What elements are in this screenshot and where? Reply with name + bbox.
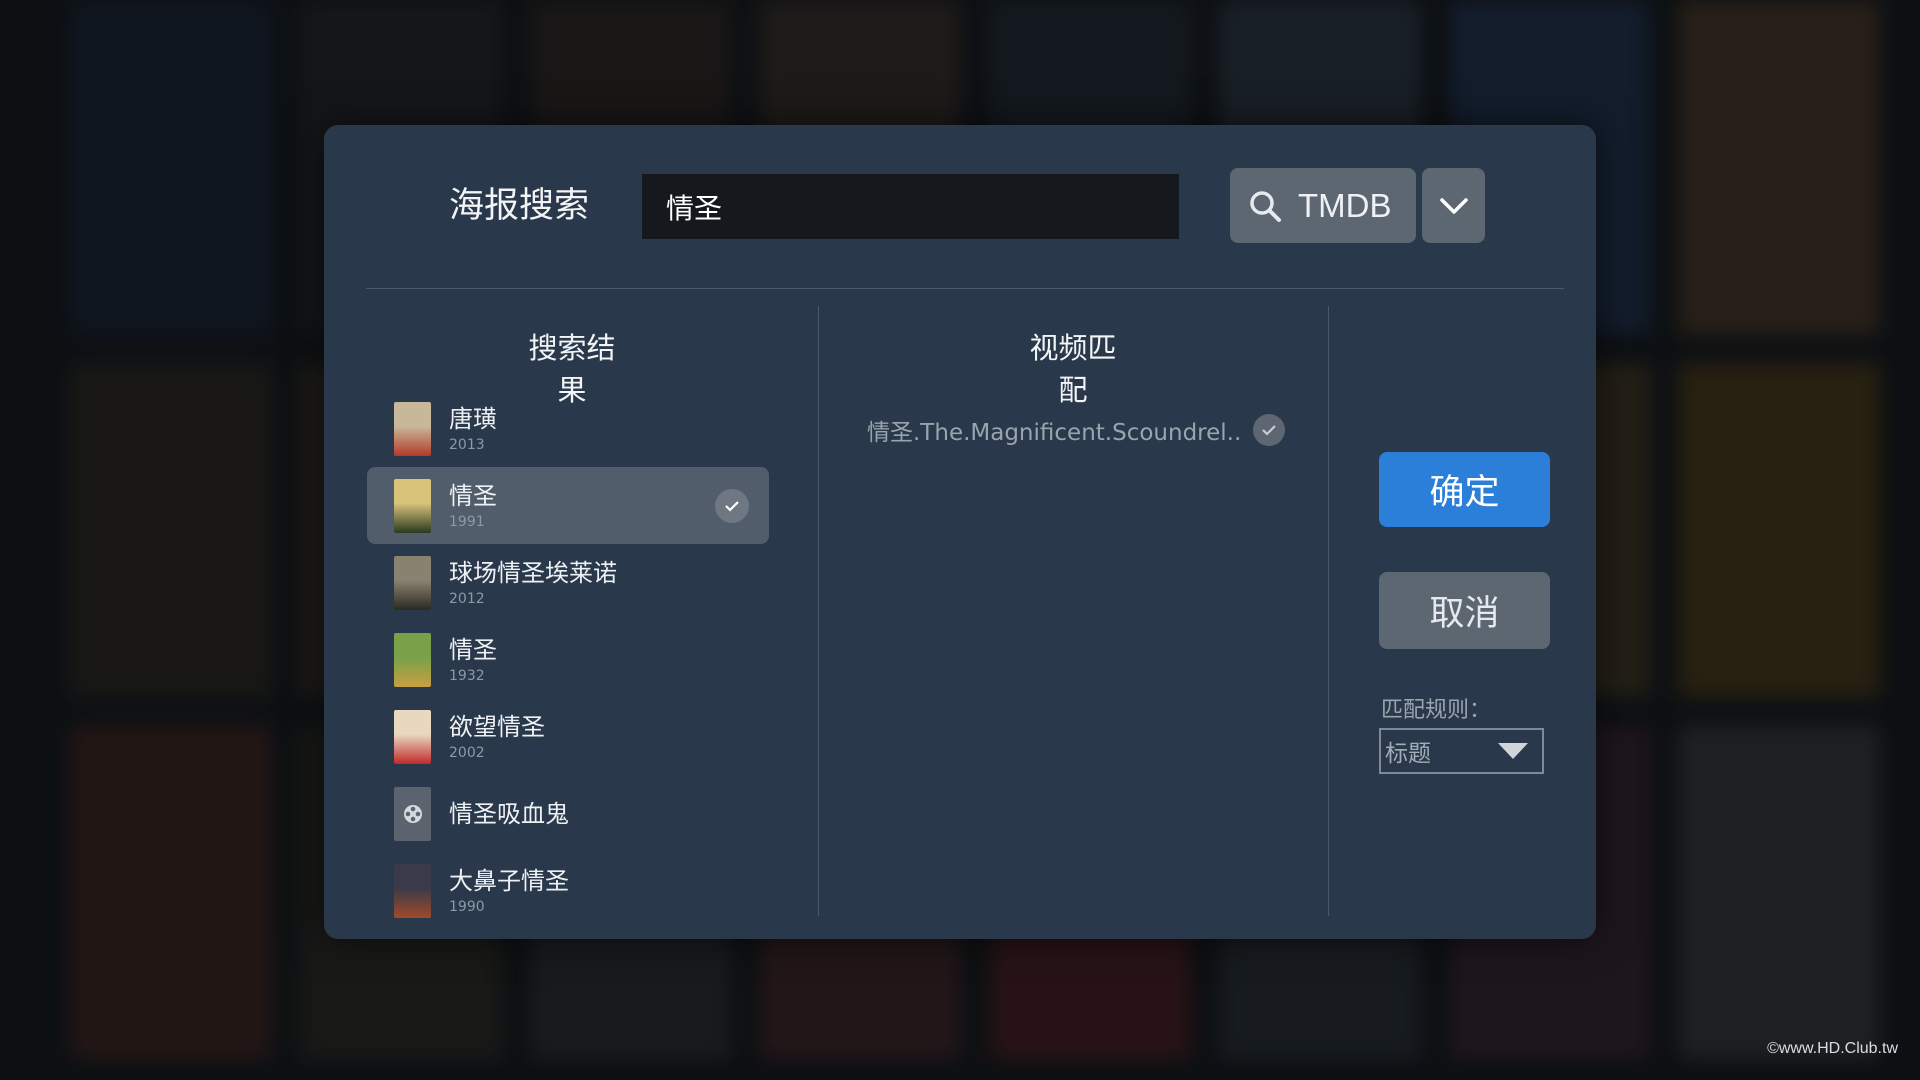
dialog-title: 海报搜索 xyxy=(449,186,590,226)
column-divider xyxy=(1328,306,1329,916)
result-item[interactable]: 欲望情圣 2002 xyxy=(367,698,769,775)
poster-thumbnail xyxy=(394,632,431,687)
result-item[interactable]: 大鼻子情圣 1990 xyxy=(367,852,769,929)
search-results-list: 唐璜 2013 情圣 1991 球场情圣埃莱诺 2012 情圣 1932 欲望情圣 2002 情圣吸… xyxy=(367,390,769,929)
search-input[interactable] xyxy=(642,174,1179,239)
result-title: 唐璜 xyxy=(449,404,497,433)
film-reel-icon xyxy=(394,786,431,841)
source-dropdown-button[interactable] xyxy=(1422,168,1485,243)
result-title: 球场情圣埃莱诺 xyxy=(449,558,617,587)
match-rule-value: 标题 xyxy=(1385,741,1431,767)
result-title: 情圣 xyxy=(449,635,497,664)
result-title: 情圣 xyxy=(449,481,497,510)
video-filename: 情圣.The.Magnificent.Scoundrel.. xyxy=(867,420,1242,446)
search-icon xyxy=(1250,190,1281,222)
result-item[interactable]: 球场情圣埃莱诺 2012 xyxy=(367,544,769,621)
result-title: 情圣吸血鬼 xyxy=(449,799,569,828)
result-year: 2002 xyxy=(449,744,485,761)
result-year: 1990 xyxy=(449,898,485,915)
poster-thumbnail xyxy=(394,863,431,918)
video-match-item[interactable]: 情圣.The.Magnificent.Scoundrel.. xyxy=(867,413,1286,447)
match-rule-select[interactable]: 标题 xyxy=(1379,728,1544,774)
result-item[interactable]: 情圣 1991 xyxy=(367,467,769,544)
cancel-button[interactable]: 取消 xyxy=(1379,572,1550,649)
result-year: 1991 xyxy=(449,513,485,530)
match-rule-label: 匹配规则： xyxy=(1381,698,1492,723)
search-source-button[interactable]: TMDB xyxy=(1230,168,1416,243)
search-source-label: TMDB xyxy=(1298,186,1392,224)
result-year: 2013 xyxy=(449,436,485,453)
result-text: 情圣 1991 xyxy=(449,481,497,531)
result-item[interactable]: 情圣 1932 xyxy=(367,621,769,698)
result-text: 球场情圣埃莱诺 2012 xyxy=(449,558,617,608)
result-title: 大鼻子情圣 xyxy=(449,866,569,895)
result-text: 情圣吸血鬼 xyxy=(449,799,569,829)
result-year: 2012 xyxy=(449,590,485,607)
result-item[interactable]: 情圣吸血鬼 xyxy=(367,775,769,852)
poster-thumbnail xyxy=(394,478,431,533)
triangle-down-icon xyxy=(1498,743,1528,759)
chevron-down-icon xyxy=(1439,197,1468,214)
result-text: 大鼻子情圣 1990 xyxy=(449,866,569,916)
poster-search-dialog: 海报搜索 TMDB 搜索结果 视频匹配 唐璜2013情圣1991球场情圣埃莱诺2… xyxy=(324,125,1596,939)
result-title: 欲望情圣 xyxy=(449,712,545,741)
result-item[interactable]: 唐璜 2013 xyxy=(367,390,769,467)
result-text: 唐璜 2013 xyxy=(449,404,497,454)
confirm-button[interactable]: 确定 xyxy=(1379,452,1550,527)
poster-thumbnail xyxy=(394,401,431,456)
result-year: 1932 xyxy=(449,667,485,684)
poster-thumbnail xyxy=(394,555,431,610)
match-heading: 视频匹配 xyxy=(1029,331,1117,407)
check-icon xyxy=(1253,414,1286,446)
header-divider xyxy=(366,288,1564,289)
poster-thumbnail xyxy=(394,709,431,764)
watermark: ©www.HD.Club.tw xyxy=(1767,1040,1898,1057)
result-text: 情圣 1932 xyxy=(449,635,497,685)
result-text: 欲望情圣 2002 xyxy=(449,712,545,762)
column-divider xyxy=(818,306,819,916)
check-icon xyxy=(715,488,749,523)
